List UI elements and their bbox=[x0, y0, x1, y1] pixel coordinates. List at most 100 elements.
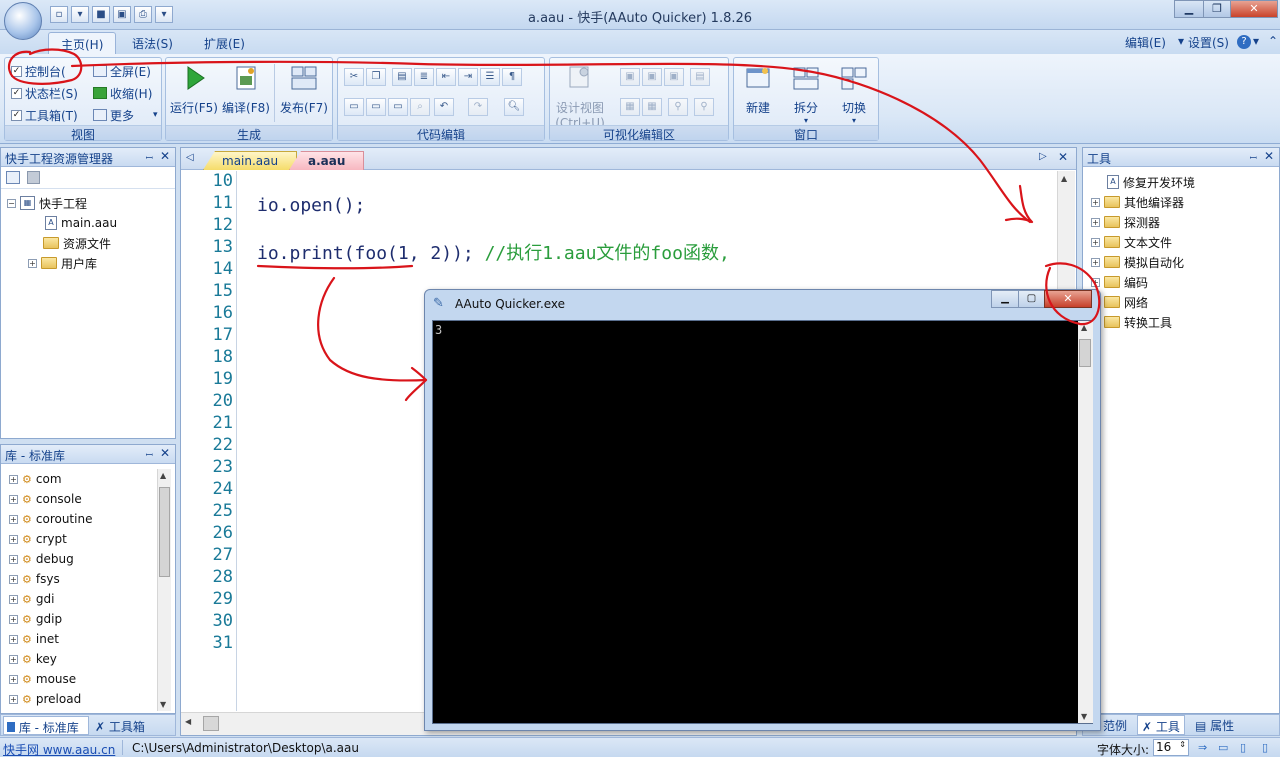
minimize-button[interactable]: ▁ bbox=[1174, 0, 1204, 18]
app-menu-button[interactable] bbox=[4, 2, 42, 40]
tab-home[interactable]: 主页(H) bbox=[48, 32, 117, 54]
tab-library[interactable]: 库 - 标准库 bbox=[3, 716, 89, 735]
expand-icon[interactable]: + bbox=[9, 614, 18, 624]
editor-close-icon[interactable]: ✕ bbox=[1058, 150, 1068, 164]
tool-item[interactable]: + 模拟自动化 bbox=[1091, 252, 1184, 272]
console-window[interactable]: ✎ AAuto Quicker.exe ▁ ▢ ✕ 3 ▲ ▼ bbox=[424, 289, 1101, 731]
settings-menu[interactable]: 设置(S) bbox=[1188, 34, 1229, 51]
pin-icon[interactable]: ꟷ bbox=[146, 448, 153, 461]
edit-menu[interactable]: 编辑(E) bbox=[1125, 34, 1166, 51]
goto-icon[interactable]: ⇒ bbox=[1198, 741, 1207, 754]
split-view-icon[interactable]: ▭ bbox=[1218, 741, 1228, 754]
library-item-com[interactable]: + ⚙ com bbox=[9, 469, 62, 489]
expand-icon[interactable]: + bbox=[9, 634, 18, 644]
publish-button[interactable]: 发布(F7) bbox=[276, 64, 332, 116]
tab-scroll-left-icon[interactable]: ◁ bbox=[186, 152, 194, 163]
library-scrollbar[interactable]: ▲ ▼ bbox=[157, 469, 171, 711]
tree-item-main-aau[interactable]: A main.aau bbox=[45, 213, 117, 233]
anchor-icon[interactable]: ⚲ bbox=[694, 98, 714, 116]
expand-icon[interactable]: + bbox=[9, 494, 18, 504]
expand-icon[interactable]: + bbox=[1091, 257, 1100, 267]
tab-syntax[interactable]: 语法(S) bbox=[120, 32, 185, 54]
table-icon[interactable]: ▦ bbox=[642, 98, 662, 116]
font-size-input[interactable]: 16 ⇕ bbox=[1153, 739, 1189, 756]
project-open-icon[interactable] bbox=[6, 171, 20, 184]
pin-icon[interactable]: ꟷ bbox=[146, 151, 153, 164]
tool-item[interactable]: +转换工具 bbox=[1091, 312, 1172, 332]
expand-icon[interactable]: + bbox=[9, 574, 18, 584]
ribbon-minimize-icon[interactable]: ⌃ bbox=[1268, 34, 1278, 48]
expand-icon[interactable]: + bbox=[9, 674, 18, 684]
scroll-up-icon[interactable]: ▲ bbox=[1061, 174, 1067, 183]
library-item-crypt[interactable]: + ⚙ crypt bbox=[9, 529, 67, 549]
library-item-gdip[interactable]: + ⚙ gdip bbox=[9, 609, 62, 629]
scroll-down-icon[interactable]: ▼ bbox=[1081, 712, 1087, 721]
console-maximize-button[interactable]: ▢ bbox=[1018, 290, 1045, 308]
more-button[interactable]: 更多 ▾ bbox=[93, 106, 158, 124]
redo-icon[interactable]: ↷ bbox=[468, 98, 488, 116]
library-item-debug[interactable]: + ⚙ debug bbox=[9, 549, 74, 569]
copy-icon[interactable]: ❐ bbox=[366, 68, 386, 86]
help-dropdown-icon[interactable]: ▾ bbox=[1253, 34, 1259, 48]
console-scrollbar[interactable]: ▲ ▼ bbox=[1078, 321, 1093, 723]
collapse-button[interactable]: 收缩(H) bbox=[93, 84, 152, 102]
comment-icon[interactable]: ¶ bbox=[502, 68, 522, 86]
block-prev-icon[interactable]: ▭ bbox=[388, 98, 408, 116]
collapse-icon[interactable]: − bbox=[7, 198, 16, 208]
console-scroll-thumb[interactable] bbox=[1079, 339, 1091, 367]
open-folder-icon[interactable]: ▾ bbox=[71, 6, 89, 23]
panel-icon[interactable]: ▯ bbox=[1262, 741, 1268, 754]
expand-icon[interactable]: + bbox=[9, 474, 18, 484]
cut-icon[interactable]: ✂ bbox=[344, 68, 364, 86]
block-next-icon[interactable]: ▭ bbox=[366, 98, 386, 116]
format-icon[interactable]: ≣ bbox=[414, 68, 434, 86]
indent-left-icon[interactable]: ⇤ bbox=[436, 68, 456, 86]
close-icon[interactable]: ✕ bbox=[1264, 149, 1274, 163]
library-item-inet[interactable]: + ⚙ inet bbox=[9, 629, 59, 649]
expand-icon[interactable]: + bbox=[28, 258, 37, 268]
library-item-coroutine[interactable]: + ⚙ coroutine bbox=[9, 509, 92, 529]
expand-icon[interactable]: + bbox=[1091, 277, 1100, 287]
design-view-button[interactable]: 设计视图 (Ctrl+U) bbox=[552, 64, 608, 130]
library-scroll-thumb[interactable] bbox=[159, 487, 170, 577]
paste-icon[interactable]: ▤ bbox=[392, 68, 412, 86]
new-file-icon[interactable]: ▫ bbox=[50, 6, 68, 23]
restore-button[interactable]: ❐ bbox=[1203, 0, 1231, 18]
library-item-gdi[interactable]: + ⚙ gdi bbox=[9, 589, 54, 609]
align-top-icon[interactable]: ▣ bbox=[620, 68, 640, 86]
console-close-button[interactable]: ✕ bbox=[1044, 290, 1092, 308]
tree-item-resources[interactable]: 资源文件 bbox=[43, 233, 111, 253]
undo-icon[interactable]: ↶ bbox=[434, 98, 454, 116]
toolbox-toggle[interactable]: ✓ 工具箱(T) bbox=[11, 106, 78, 124]
search-disabled-icon[interactable]: ⌕ bbox=[410, 98, 430, 116]
compile-button[interactable]: 编译(F8) bbox=[220, 64, 272, 116]
tab-a-aau[interactable]: a.aau bbox=[289, 151, 365, 170]
find-icon[interactable]: 🔍︎ bbox=[504, 98, 524, 116]
expand-icon[interactable]: + bbox=[9, 534, 18, 544]
library-item-preload[interactable]: + ⚙ preload bbox=[9, 689, 81, 709]
save-icon[interactable]: ■ bbox=[92, 6, 110, 23]
tool-item[interactable]: + 探测器 bbox=[1091, 212, 1160, 232]
customize-dropdown-icon[interactable]: ▾ bbox=[155, 6, 173, 23]
tool-item[interactable]: A 修复开发环境 bbox=[1107, 172, 1195, 192]
help-icon[interactable]: ? bbox=[1237, 35, 1251, 49]
library-item-mouse[interactable]: + ⚙ mouse bbox=[9, 669, 76, 689]
code-line-13[interactable]: io.print(foo(1, 2)); //执行1.aau文件的foo函数, bbox=[257, 239, 730, 265]
layout-icon[interactable]: ▤ bbox=[690, 68, 710, 86]
switch-button[interactable]: 切换 ▾ bbox=[832, 64, 876, 125]
spinner-icon[interactable]: ⇕ bbox=[1179, 740, 1186, 749]
expand-icon[interactable]: + bbox=[9, 694, 18, 704]
scroll-up-icon[interactable]: ▲ bbox=[1081, 323, 1087, 332]
library-item-console[interactable]: + ⚙ console bbox=[9, 489, 82, 509]
library-item-key[interactable]: + ⚙ key bbox=[9, 649, 57, 669]
website-link[interactable]: 快手网 www.aau.cn bbox=[3, 741, 115, 757]
tree-item-user-lib[interactable]: + 用户库 bbox=[28, 253, 97, 273]
block-icon[interactable]: ▭ bbox=[344, 98, 364, 116]
close-icon[interactable]: ✕ bbox=[160, 446, 170, 460]
tab-extend[interactable]: 扩展(E) bbox=[192, 32, 257, 54]
grid-icon[interactable]: ▦ bbox=[620, 98, 640, 116]
close-icon[interactable]: ✕ bbox=[160, 149, 170, 163]
tree-root-project[interactable]: − ▦ 快手工程 bbox=[7, 193, 87, 213]
run-button[interactable]: 运行(F5) bbox=[168, 64, 220, 116]
console-toggle[interactable]: ✓ 控制台( bbox=[11, 62, 66, 80]
